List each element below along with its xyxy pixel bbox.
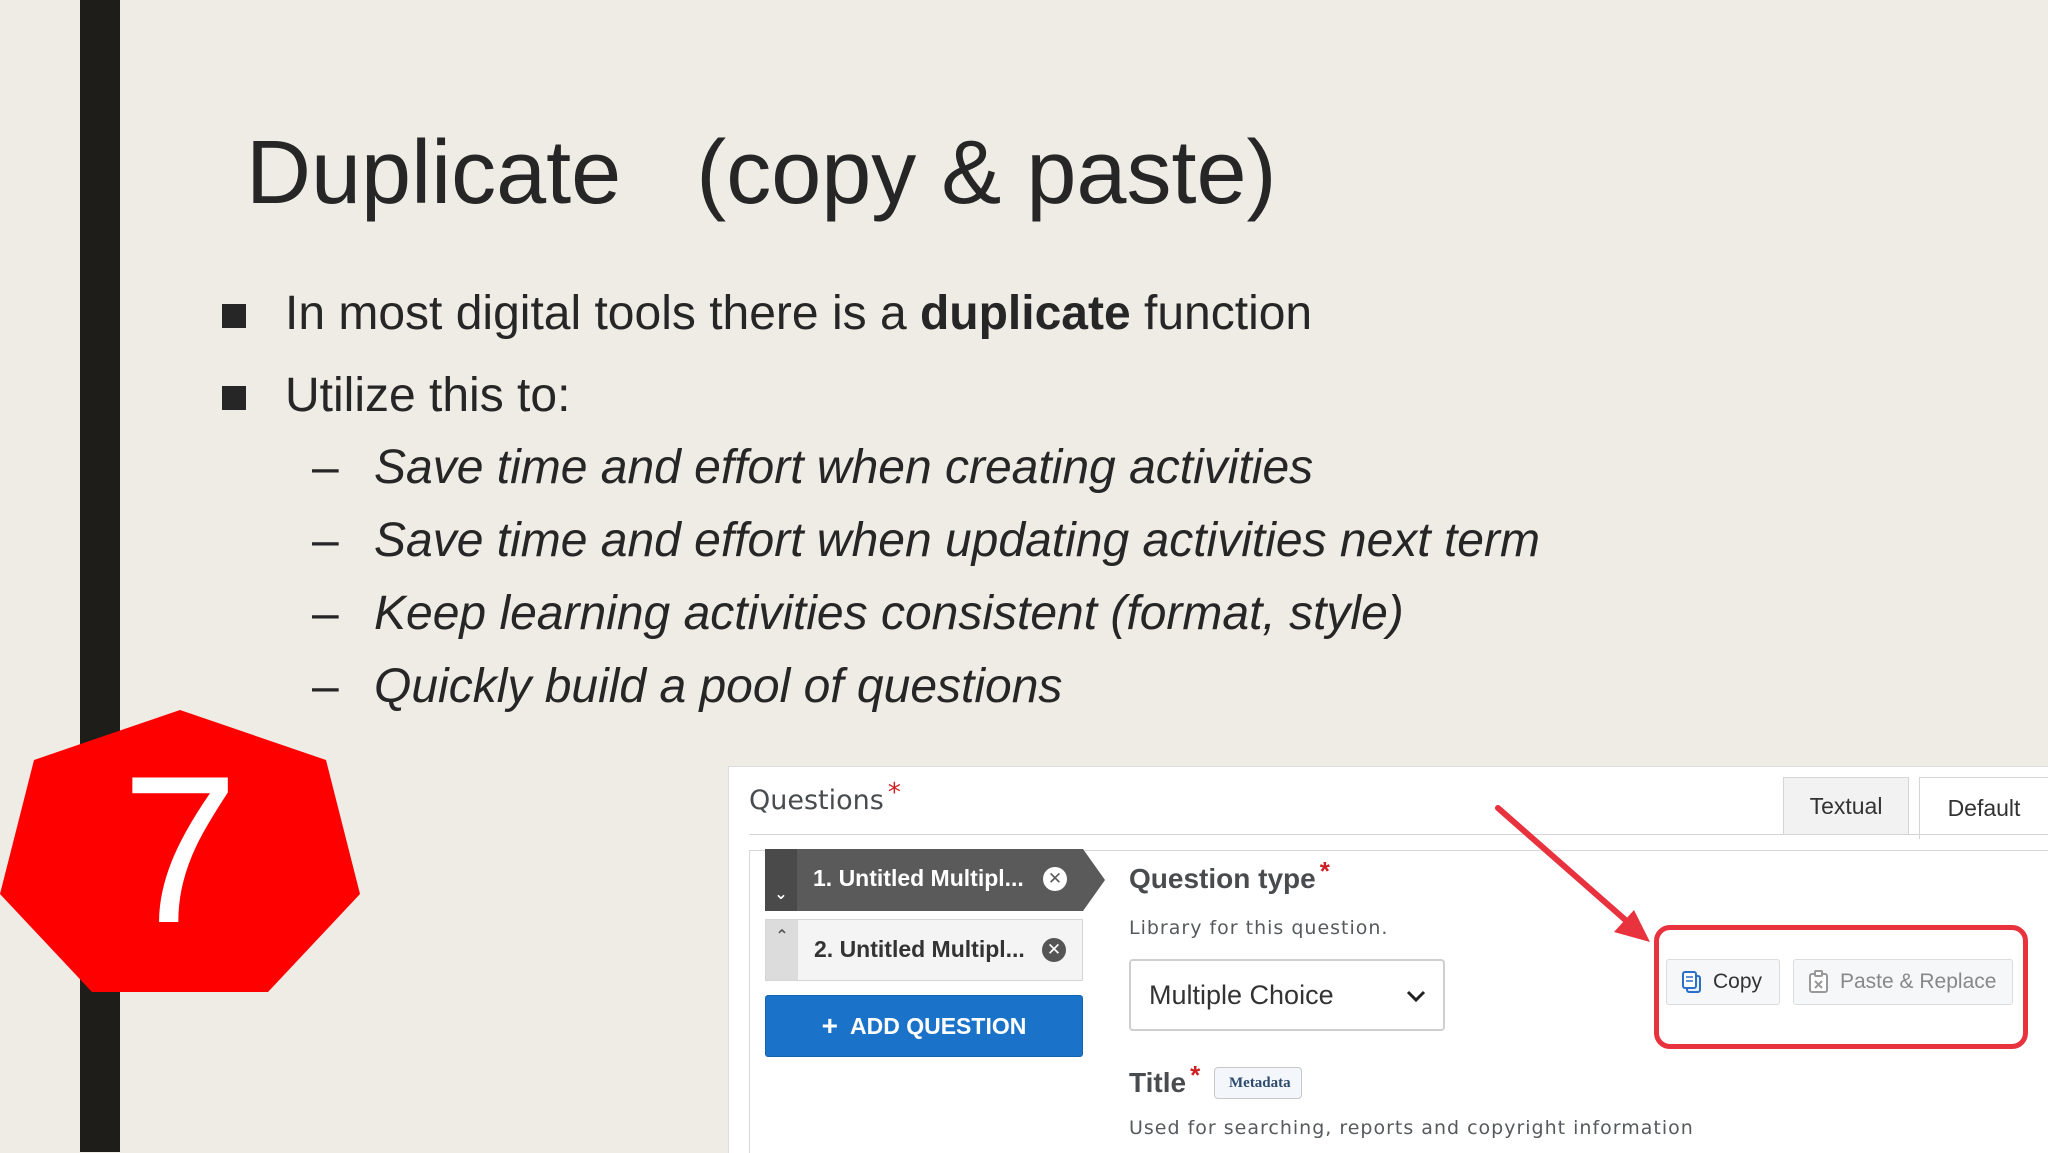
chevron-down-icon[interactable]: ⌄ xyxy=(765,849,797,911)
dash-bullet: – xyxy=(312,441,339,494)
plus-icon: + xyxy=(821,1010,838,1041)
chevron-down-icon xyxy=(1406,990,1426,1003)
title-label-text: Title xyxy=(1129,1067,1187,1098)
tab-default[interactable]: Default xyxy=(1919,777,2048,839)
question-type-label: Question type * xyxy=(1129,856,1330,895)
sub-bullet-text: Keep learning activities consistent (for… xyxy=(374,587,1404,640)
step-number: 7 xyxy=(121,732,239,967)
question-list-item[interactable]: ⌃ 2. Untitled Multipl... ✕ xyxy=(765,919,1083,981)
question-list-item[interactable]: ⌄ 1. Untitled Multipl... ✕ xyxy=(765,849,1105,911)
bullet-text: In most digital tools there is a duplica… xyxy=(285,284,1312,344)
required-asterisk: * xyxy=(1190,1060,1201,1090)
metadata-badge: Metadata xyxy=(1214,1067,1302,1099)
question-type-help: Library for this question. xyxy=(1129,917,1389,939)
square-bullet-icon xyxy=(222,386,246,410)
title-help: Used for searching, reports and copyrigh… xyxy=(1129,1117,1694,1139)
sub-bullet-text: Save time and effort when updating activ… xyxy=(374,514,1540,567)
highlight-box xyxy=(1654,925,2028,1049)
title-label: Title * xyxy=(1129,1060,1200,1099)
sub-bullet-text: Save time and effort when creating activ… xyxy=(374,441,1314,494)
question-type-value: Multiple Choice xyxy=(1149,979,1334,1010)
required-asterisk: * xyxy=(1319,856,1330,886)
dash-bullet: – xyxy=(312,514,339,567)
remove-question-icon[interactable]: ✕ xyxy=(1042,938,1066,962)
question-type-label-text: Question type xyxy=(1129,863,1316,894)
dash-bullet: – xyxy=(312,660,339,713)
bullet-text-pre: In most digital tools there is a xyxy=(285,287,920,340)
dash-bullet: – xyxy=(312,587,339,640)
bullet-text-post: function xyxy=(1130,287,1313,340)
step-number-badge: 7 xyxy=(0,710,360,992)
chevron-up-icon[interactable]: ⌃ xyxy=(766,920,798,980)
questions-label-text: Questions xyxy=(749,785,884,816)
bullet-text: Utilize this to: xyxy=(285,369,571,422)
required-asterisk: * xyxy=(887,778,901,808)
slide-title: Duplicate (copy & paste) xyxy=(246,123,1277,223)
tab-textual[interactable]: Textual xyxy=(1783,777,1909,835)
add-question-label: ADD QUESTION xyxy=(850,1012,1027,1039)
question-type-select[interactable]: Multiple Choice xyxy=(1129,959,1445,1031)
remove-question-icon[interactable]: ✕ xyxy=(1043,867,1067,891)
tab-divider xyxy=(749,834,2048,835)
question-item-label: 1. Untitled Multipl... xyxy=(813,865,1024,891)
bullet-text-bold: duplicate xyxy=(919,287,1131,340)
questions-label: Questions * xyxy=(749,778,901,816)
add-question-button[interactable]: + ADD QUESTION xyxy=(765,995,1083,1057)
sub-bullet-text: Quickly build a pool of questions xyxy=(374,660,1063,713)
question-item-label: 2. Untitled Multipl... xyxy=(814,936,1025,962)
red-arrow-icon xyxy=(1495,805,1650,942)
square-bullet-icon xyxy=(222,304,246,328)
